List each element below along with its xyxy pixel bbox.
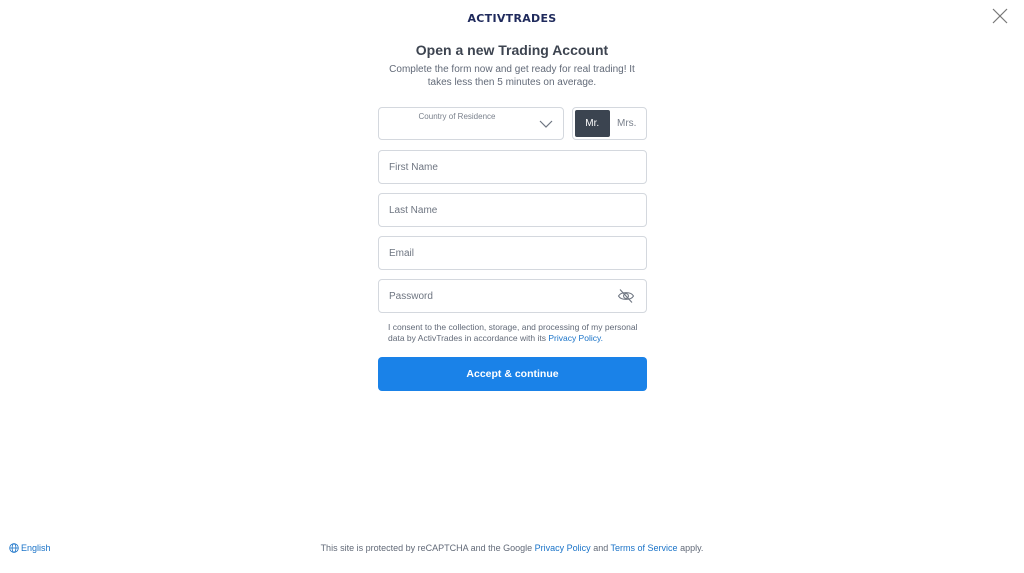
password-input[interactable] [379,280,646,312]
page-subtitle: Complete the form now and get ready for … [389,64,635,88]
country-select[interactable]: Country of Residence [378,107,564,140]
last-name-input[interactable] [379,194,646,226]
google-terms-of-service-link[interactable]: Terms of Service [611,543,678,553]
last-name-field-wrapper [378,193,647,227]
password-field-wrapper [378,279,647,313]
consent-text: I consent to the collection, storage, an… [388,322,648,344]
recaptcha-and: and [590,543,611,553]
recaptcha-notice: This site is protected by reCAPTCHA and … [0,543,1024,553]
google-privacy-policy-link[interactable]: Privacy Policy [535,543,591,553]
email-input[interactable] [379,237,646,269]
recaptcha-prefix: This site is protected by reCAPTCHA and … [320,543,535,553]
recaptcha-suffix: apply. [677,543,704,553]
salutation-mr-option[interactable]: Mr. [575,110,610,137]
chevron-down-icon [539,120,553,128]
close-icon [992,8,1008,24]
brand-logo: ACTIVTRADES [0,9,1024,27]
email-field-wrapper [378,236,647,270]
first-name-field-wrapper [378,150,647,184]
close-button[interactable] [991,7,1009,25]
brand-logo-text: ACTIVTRADES [467,12,557,25]
accept-continue-button[interactable]: Accept & continue [378,357,647,391]
country-select-label: Country of Residence [418,112,496,121]
salutation-mrs-option[interactable]: Mrs. [610,110,645,137]
first-name-input[interactable] [379,151,646,183]
page-title: Open a new Trading Account [415,42,609,58]
eye-slash-icon[interactable] [617,288,635,304]
consent-privacy-policy-link[interactable]: Privacy Policy. [548,333,603,343]
salutation-toggle: Mr. Mrs. [572,107,647,140]
